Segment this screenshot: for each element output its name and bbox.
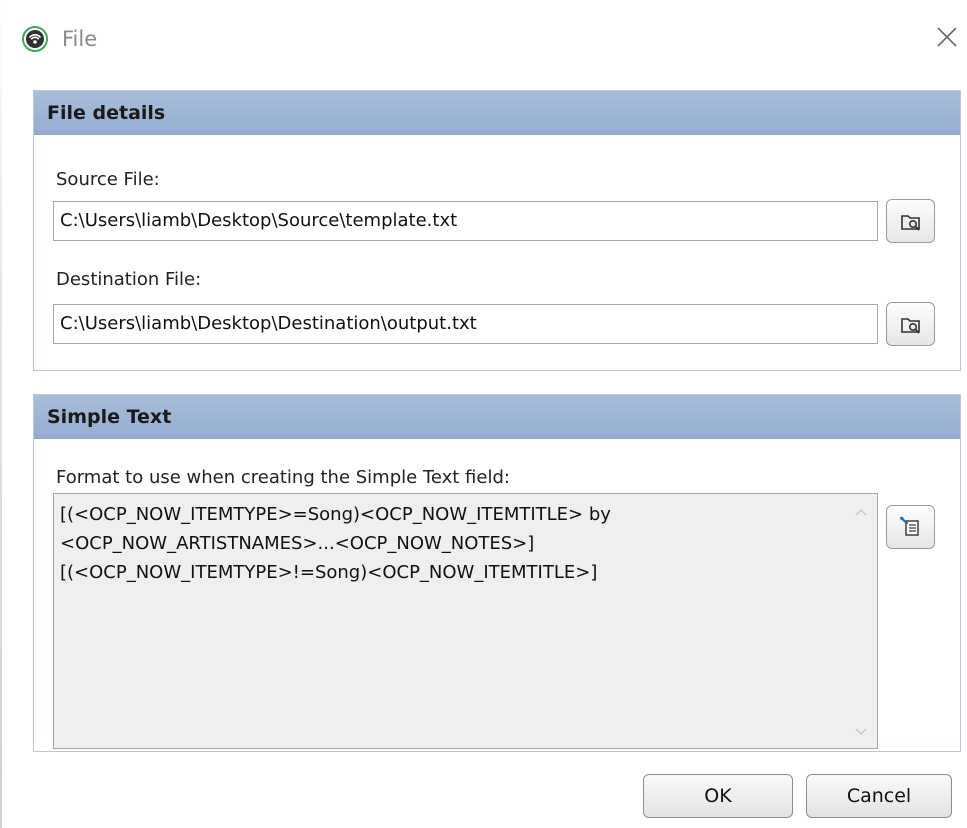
insert-field-icon (900, 516, 919, 536)
simple-text-group: Simple Text Format to use when creating … (33, 394, 961, 752)
format-label: Format to use when creating the Simple T… (56, 467, 510, 488)
destination-file-input[interactable]: C:\Users\liamb\Desktop\Destination\outpu… (53, 304, 878, 344)
simple-text-header: Simple Text (34, 395, 960, 439)
window-edge (0, 0, 2, 828)
window-title: File (62, 27, 98, 51)
source-file-label: Source File: (56, 169, 160, 190)
title-bar: File (0, 0, 967, 80)
cancel-button[interactable]: Cancel (806, 774, 952, 818)
insert-field-button[interactable] (886, 505, 935, 549)
scroll-down-icon[interactable] (853, 726, 869, 738)
browse-destination-button[interactable] (886, 302, 935, 346)
format-line: <OCP_NOW_ARTISTNAMES>...<OCP_NOW_NOTES>] (60, 533, 535, 554)
format-line: [(<OCP_NOW_ITEMTYPE>!=Song)<OCP_NOW_ITEM… (60, 562, 598, 583)
ok-button[interactable]: OK (643, 774, 793, 818)
source-file-input[interactable]: C:\Users\liamb\Desktop\Source\template.t… (53, 201, 878, 241)
file-dialog: File File details Source File: C:\Users\… (0, 0, 967, 828)
close-icon[interactable] (934, 24, 960, 50)
broadcast-app-icon (22, 26, 48, 52)
browse-source-button[interactable] (886, 199, 935, 243)
folder-search-icon (901, 318, 920, 334)
file-details-group: File details Source File: C:\Users\liamb… (33, 90, 961, 371)
destination-file-label: Destination File: (56, 269, 202, 290)
file-details-header: File details (34, 91, 960, 135)
format-textarea[interactable]: [(<OCP_NOW_ITEMTYPE>=Song)<OCP_NOW_ITEMT… (53, 493, 878, 749)
format-line: [(<OCP_NOW_ITEMTYPE>=Song)<OCP_NOW_ITEMT… (60, 504, 611, 525)
scroll-up-icon[interactable] (853, 506, 869, 518)
folder-search-icon (901, 215, 920, 231)
